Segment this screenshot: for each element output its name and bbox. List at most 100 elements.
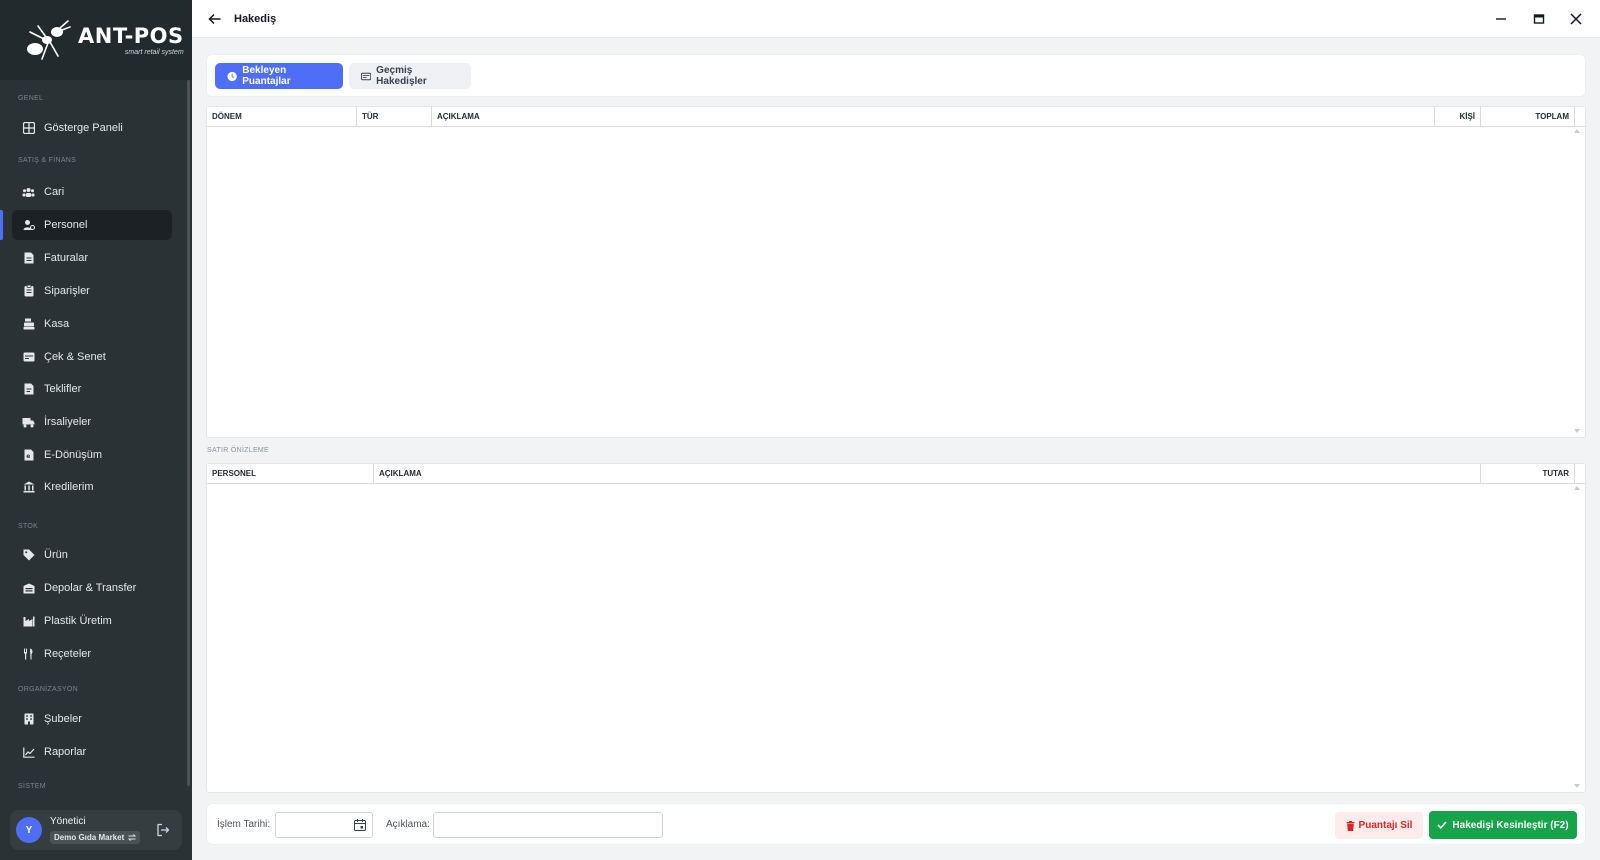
sidebar-item-kredilerim[interactable]: Kredilerim	[12, 472, 172, 502]
e-document-icon: e	[22, 449, 35, 462]
sidebar-item-label: Raporlar	[44, 746, 87, 758]
active-nav-indicator	[0, 210, 3, 240]
sidebar-item-label: Personel	[44, 219, 88, 231]
logo-subtitle: smart retail system	[124, 49, 184, 56]
column-header-tur[interactable]: TÜR	[357, 107, 432, 126]
confirm-button-label: Hakedişi Kesinleştir (F2)	[1452, 819, 1569, 831]
tab-label: Geçmiş Hakedişler	[376, 65, 427, 87]
puantaj-table[interactable]: DÖNEM TÜR AÇIKLAMA KİŞİ TOPLAM	[206, 106, 1586, 438]
sidebar-item-label: Siparişler	[44, 285, 90, 297]
column-header-personel[interactable]: PERSONEL	[207, 464, 374, 483]
checkmark-icon	[1437, 821, 1448, 829]
sidebar-item-cari[interactable]: Cari	[12, 177, 172, 207]
page-title: Hakediş	[234, 12, 277, 25]
column-header-aciklama[interactable]: AÇIKLAMA	[432, 107, 1435, 126]
description-label: Açıklama:	[386, 819, 430, 830]
column-header-tutar[interactable]: TUTAR	[1481, 464, 1575, 483]
check-icon	[22, 351, 35, 364]
scroll-up-arrow[interactable]	[1574, 129, 1580, 133]
building-icon	[22, 713, 35, 726]
quote-icon	[22, 383, 35, 396]
section-label-organizasyon: ORGANİZASYON	[18, 686, 78, 693]
tab-label: Bekleyen Puantajlar	[242, 65, 291, 87]
sidebar-scrollbar[interactable]	[187, 80, 190, 786]
sidebar-item-plastik-uretim[interactable]: Plastik Üretim	[12, 606, 172, 636]
sidebar-item-label: Plastik Üretim	[44, 615, 112, 627]
archive-icon	[361, 72, 372, 80]
sidebar-item-teklifler[interactable]: Teklifler	[12, 374, 172, 404]
table-header: DÖNEM TÜR AÇIKLAMA KİŞİ TOPLAM	[207, 107, 1585, 127]
sidebar-item-label: Faturalar	[44, 252, 89, 264]
sidebar-item-label: E-Dönüşüm	[44, 449, 103, 461]
column-header-toplam[interactable]: TOPLAM	[1481, 107, 1575, 126]
sidebar-item-depolar-transfer[interactable]: Depolar & Transfer	[12, 573, 172, 603]
column-header-aciklama[interactable]: AÇIKLAMA	[374, 464, 1481, 483]
sidebar-item-e-donusum[interactable]: e E-Dönüşüm	[12, 440, 172, 470]
sidebar-item-label: Depolar & Transfer	[44, 582, 137, 594]
sidebar-item-label: Reçeteler	[44, 648, 92, 660]
sidebar-item-subeler[interactable]: Şubeler	[12, 704, 172, 734]
column-header-donem[interactable]: DÖNEM	[207, 107, 357, 126]
utensils-icon	[22, 648, 35, 661]
sidebar-item-receteler[interactable]: Reçeteler	[12, 639, 172, 669]
sidebar-item-label: Çek & Senet	[44, 351, 106, 363]
sidebar-item-raporlar[interactable]: Raporlar	[12, 737, 172, 767]
users-icon	[22, 186, 35, 199]
scroll-down-arrow[interactable]	[1574, 429, 1580, 433]
cash-register-icon	[22, 318, 35, 331]
maximize-icon[interactable]	[1532, 12, 1546, 26]
sidebar-item-label: Cari	[44, 186, 65, 198]
bank-icon	[22, 481, 35, 494]
logout-icon[interactable]	[156, 823, 170, 837]
tab-bekleyen-puantajlar[interactable]: Bekleyen Puantajlar	[215, 63, 343, 89]
column-header-kisi[interactable]: KİŞİ	[1435, 107, 1481, 126]
sidebar-item-label: Şubeler	[44, 713, 82, 725]
scroll-up-arrow[interactable]	[1574, 486, 1580, 490]
preview-section-label: SATIR ÖNİZLEME	[207, 447, 270, 454]
sidebar-item-cek-senet[interactable]: Çek & Senet	[12, 342, 172, 372]
sidebar-item-label: Kredilerim	[44, 481, 94, 493]
sidebar-item-gosterge-paneli[interactable]: Gösterge Paneli	[12, 113, 172, 143]
warehouse-icon	[22, 582, 35, 595]
scroll-down-arrow[interactable]	[1574, 784, 1580, 788]
preview-table[interactable]: PERSONEL AÇIKLAMA TUTAR	[206, 463, 1586, 793]
sidebar-item-urun[interactable]: Ürün	[12, 540, 172, 570]
description-field[interactable]	[433, 812, 663, 838]
back-arrow-icon[interactable]	[208, 12, 222, 26]
table-header: PERSONEL AÇIKLAMA TUTAR	[207, 464, 1585, 484]
date-field[interactable]	[275, 812, 373, 838]
user-name: Yönetici	[50, 815, 86, 827]
sidebar-item-label: İrsaliyeler	[44, 416, 92, 428]
confirm-hakedis-button[interactable]: Hakedişi Kesinleştir (F2)	[1429, 811, 1577, 839]
personnel-icon	[22, 219, 35, 232]
delete-puantaj-button[interactable]: Puantajı Sil	[1335, 812, 1423, 839]
invoice-icon	[22, 252, 35, 265]
trash-icon	[1346, 820, 1355, 831]
close-icon[interactable]	[1569, 12, 1583, 26]
orders-icon	[22, 285, 35, 298]
delete-button-label: Puantajı Sil	[1358, 820, 1413, 831]
minimize-icon[interactable]	[1494, 12, 1508, 26]
sidebar-item-siparisler[interactable]: Siparişler	[12, 276, 172, 306]
tab-gecmis-hakedisler[interactable]: Geçmiş Hakedişler	[349, 63, 471, 89]
section-label-stok: STOK	[18, 523, 39, 530]
calendar-icon[interactable]	[354, 819, 366, 831]
sidebar-item-kasa[interactable]: Kasa	[12, 309, 172, 339]
action-footer: İşlem Tarihi: Açıklama: Puantajı Sil Hak…	[206, 803, 1586, 845]
sidebar-item-label: Teklifler	[44, 383, 82, 395]
sidebar-item-label: Ürün	[44, 549, 68, 561]
user-card[interactable]: Y Yönetici Demo Gıda Market	[10, 810, 182, 850]
svg-text:e: e	[26, 453, 30, 460]
title-bar: Hakediş	[192, 0, 1600, 38]
dashboard-icon	[22, 122, 35, 135]
section-label-satis-finans: SATIŞ & FİNANS	[18, 157, 77, 164]
sidebar-item-irsaliyeler[interactable]: İrsaliyeler	[12, 407, 172, 437]
chart-line-icon	[22, 746, 35, 759]
section-label-genel: GENEL	[18, 95, 44, 102]
sidebar-item-faturalar[interactable]: Faturalar	[12, 243, 172, 273]
sidebar-item-label: Gösterge Paneli	[44, 122, 123, 134]
clock-icon	[227, 71, 237, 81]
company-switch-badge[interactable]: Demo Gıda Market	[50, 830, 141, 844]
logo-title: ANT-POS	[78, 24, 184, 48]
sidebar-item-personel[interactable]: Personel	[12, 210, 172, 240]
